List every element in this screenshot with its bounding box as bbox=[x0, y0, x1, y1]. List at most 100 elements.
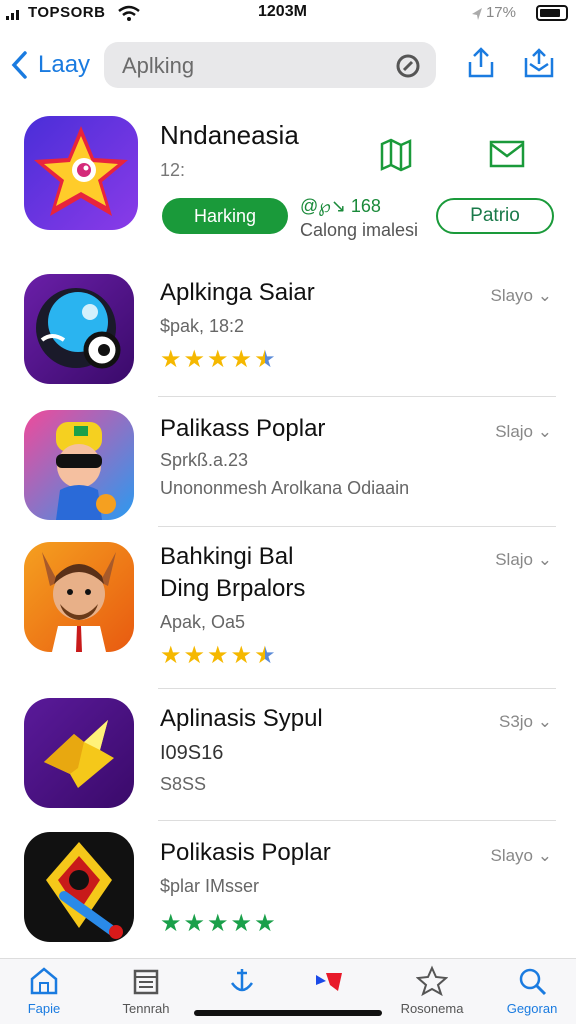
character-icon bbox=[56, 422, 116, 520]
featured-app: Nndaneasia 12: Harking @℘↘ 168 Calong im… bbox=[0, 116, 576, 250]
star-icon: ★ bbox=[183, 346, 206, 373]
size-label: Slayo bbox=[490, 846, 534, 865]
star-icon: ★ bbox=[207, 910, 229, 937]
size-dropdown[interactable]: S3jo ⌄ bbox=[499, 712, 552, 732]
app-icon bbox=[24, 410, 134, 520]
tab-home[interactable]: Fapie bbox=[0, 965, 92, 1016]
rating-stars: ★ ★ ★ ★ ★ bbox=[160, 644, 276, 668]
app-description: Unononmesh Arolkana Odiaain bbox=[160, 478, 410, 498]
robot-icon bbox=[36, 288, 121, 369]
clear-icon[interactable] bbox=[394, 52, 422, 80]
app-price: I09S16 bbox=[160, 742, 224, 764]
tab-label: Fapie bbox=[27, 1001, 61, 1016]
star-icon: ★ bbox=[183, 642, 206, 669]
size-label: S3jo bbox=[498, 712, 534, 731]
app-title: Palikass Poplar bbox=[160, 415, 326, 442]
featured-app-name: Nndaneasia bbox=[160, 120, 299, 150]
featured-app-icon[interactable] bbox=[24, 116, 138, 230]
star-icon: ★ bbox=[254, 346, 276, 373]
tab-anchor[interactable] bbox=[194, 965, 290, 1001]
app-title: Aplinasis Sypul bbox=[160, 705, 323, 732]
calendar-icon bbox=[133, 969, 159, 995]
chevron-down-icon: ⌄ bbox=[537, 550, 552, 569]
back-button[interactable]: Laay bbox=[10, 50, 90, 80]
app-title: Aplkinga Saiar bbox=[160, 279, 315, 306]
tab-featured[interactable]: Rosonema bbox=[384, 965, 480, 1016]
status-bar: TOPSORB 1203M 17% bbox=[0, 0, 576, 28]
status-time: 1203M bbox=[258, 3, 307, 20]
app-price: $plar IMsser bbox=[160, 876, 260, 896]
search-input[interactable]: Aplking bbox=[104, 42, 436, 88]
list-item[interactable]: Aplkinga Saiar $pak, 18:2 ★ ★ ★ ★ ★ Slayo ⌄ bbox=[0, 272, 576, 396]
star-icon: ★ bbox=[183, 910, 206, 937]
list-item[interactable]: Palikass Poplar Sprkß.a.23 Unononmesh Ar… bbox=[0, 408, 576, 526]
size-label: Slajo bbox=[495, 422, 534, 441]
divider bbox=[158, 526, 556, 527]
size-dropdown[interactable]: Slajo ⌄ bbox=[495, 550, 552, 570]
size-dropdown[interactable]: Slayo ⌄ bbox=[490, 846, 552, 866]
star-icon: ★ bbox=[230, 346, 253, 373]
chevron-down-icon: ⌄ bbox=[537, 846, 552, 865]
size-label: Slayo bbox=[490, 286, 534, 305]
shield-sword-icon bbox=[46, 842, 123, 939]
back-label: Laay bbox=[38, 51, 91, 78]
size-label: Slajo bbox=[495, 550, 534, 569]
tab-label: Tennrah bbox=[122, 1001, 170, 1016]
mail-icon[interactable] bbox=[488, 136, 526, 172]
size-dropdown[interactable]: Slayo ⌄ bbox=[490, 286, 552, 306]
export-icon[interactable] bbox=[522, 46, 556, 80]
list-item[interactable]: Polikasis Poplar $plar IMsser ★ ★ ★ ★ ★ Slay… bbox=[0, 832, 576, 950]
app-icon bbox=[24, 542, 134, 652]
featured-app-meta: @℘↘ 168 bbox=[300, 196, 381, 216]
game-icon bbox=[316, 973, 342, 991]
app-price: Apak, Oa5 bbox=[160, 612, 246, 632]
tab-label: Gegoran bbox=[506, 1001, 558, 1016]
star-icon: ★ bbox=[207, 346, 229, 373]
app-price: Sprkß.a.23 bbox=[160, 450, 249, 470]
map-icon[interactable] bbox=[378, 136, 414, 172]
featured-app-category: Calong imalesi bbox=[300, 220, 419, 240]
star-icon: ★ bbox=[230, 910, 253, 937]
fox-character-icon bbox=[42, 552, 116, 652]
star-icon: ★ bbox=[230, 642, 253, 669]
list-item[interactable]: Aplinasis Sypul I09S16 S8SS S3jo ⌄ bbox=[0, 698, 576, 820]
app-title-line2: Ding Brpalors bbox=[160, 575, 306, 602]
battery-icon bbox=[536, 5, 568, 21]
rating-stars: ★ ★ ★ ★ ★ bbox=[160, 348, 276, 372]
chevron-left-icon bbox=[11, 51, 27, 79]
battery-percent: 17% bbox=[485, 4, 516, 21]
tab-game[interactable] bbox=[280, 965, 376, 1001]
featured-app-subtitle: 12: bbox=[160, 160, 186, 180]
rating-stars: ★ ★ ★ ★ ★ bbox=[160, 912, 276, 936]
anchor-icon bbox=[230, 969, 254, 992]
star-mascot-icon bbox=[34, 126, 128, 216]
tab-calendar[interactable]: Tennrah bbox=[98, 965, 194, 1016]
star-icon: ★ bbox=[160, 346, 182, 373]
home-indicator bbox=[194, 1010, 382, 1016]
open-button[interactable]: Patrio bbox=[436, 198, 554, 234]
app-icon bbox=[24, 698, 134, 808]
chevron-down-icon: ⌄ bbox=[537, 286, 552, 305]
share-icon[interactable] bbox=[464, 46, 498, 80]
app-title: Bahkingi Bal bbox=[160, 543, 294, 570]
divider bbox=[158, 396, 556, 397]
tab-label: Rosonema bbox=[400, 1001, 464, 1016]
search-placeholder: Aplking bbox=[122, 53, 195, 78]
list-item[interactable]: Bahkingi Bal Ding Brpalors Apak, Oa5 ★ ★ ★… bbox=[0, 540, 576, 688]
home-icon bbox=[30, 967, 58, 995]
chevron-down-icon: ⌄ bbox=[537, 422, 552, 441]
star-icon: ★ bbox=[254, 910, 276, 937]
divider bbox=[158, 820, 556, 821]
star-icon: ★ bbox=[254, 642, 276, 669]
app-icon bbox=[24, 274, 134, 384]
star-icon: ★ bbox=[160, 910, 182, 937]
chevron-down-icon: ⌄ bbox=[537, 712, 552, 731]
tab-search[interactable]: Gegoran bbox=[484, 965, 576, 1016]
gem-icon bbox=[44, 720, 114, 788]
app-price: $pak, 18:2 bbox=[160, 316, 245, 336]
size-dropdown[interactable]: Slajo ⌄ bbox=[495, 422, 552, 442]
get-button[interactable]: Harking bbox=[162, 198, 288, 234]
divider bbox=[158, 688, 556, 689]
search-icon bbox=[519, 968, 547, 996]
signal-icon bbox=[6, 10, 19, 20]
